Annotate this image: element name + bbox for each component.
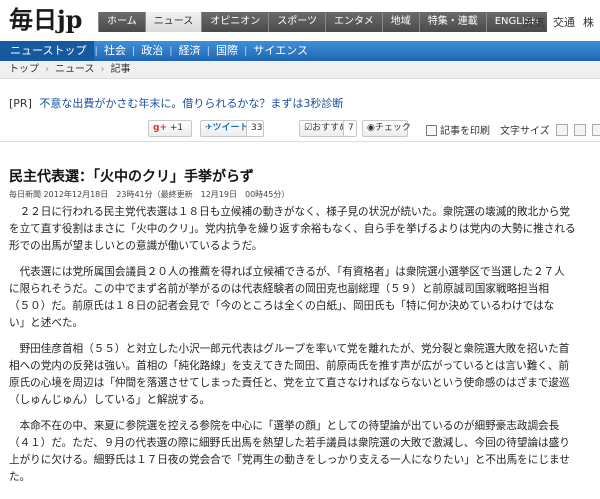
article-paragraph: 本命不在の中、来夏に参院選を控える参院を中心に「選挙の顔」としての待望論が出てい… bbox=[9, 420, 570, 483]
font-size-large-button[interactable] bbox=[592, 124, 600, 136]
tab-opinion[interactable]: オピニオン bbox=[201, 12, 269, 32]
article-meta: 毎日新聞 2012年12月18日 23時41分（最終更新 12月19日 00時4… bbox=[9, 189, 289, 200]
article-paragraph: 野田佳彦首相（５５）と対立した小沢一郎元代表はグループを率いて党を離れたが、党分… bbox=[9, 343, 570, 406]
font-size-label: 文字サイズ bbox=[500, 126, 550, 137]
breadcrumb-top[interactable]: トップ bbox=[9, 61, 39, 78]
subnav-politics[interactable]: 政治 bbox=[135, 41, 169, 61]
check-icon: ◉ bbox=[367, 123, 375, 133]
subnav-international[interactable]: 国際 bbox=[210, 41, 244, 61]
weather-link[interactable]: 天気 bbox=[523, 14, 545, 30]
masthead: 毎日jp ホーム ニュース オピニオン スポーツ エンタメ 地域 特集・連載 E… bbox=[0, 0, 600, 40]
breadcrumb: トップ › ニュース › 記事 bbox=[0, 61, 600, 79]
article-source: 毎日新聞 bbox=[9, 190, 41, 199]
social-bar: g+ +1 ✈ツイート 33 ☑おすすめ 7 ◉チェック 記事を印刷 文字サイズ bbox=[0, 118, 600, 140]
tweet-button[interactable]: ✈ツイート bbox=[200, 120, 250, 137]
font-size-medium-button[interactable] bbox=[574, 124, 587, 136]
recommend-count: 7 bbox=[343, 120, 357, 137]
article-paragraph: 代表選には党所属国会議員２０人の推薦を得れば立候補できるが、「有資格者」は衆院選… bbox=[9, 266, 565, 329]
pr-ad: [PR] 不意な出費がかさむ年末に。借りられるかな？まずは3秒診断 bbox=[9, 95, 343, 111]
mixi-check-button[interactable]: ◉チェック bbox=[362, 120, 411, 137]
traffic-link[interactable]: 交通 bbox=[553, 14, 575, 30]
top-nav: ホーム ニュース オピニオン スポーツ エンタメ 地域 特集・連載 ENGLIS… bbox=[98, 12, 547, 32]
breadcrumb-news[interactable]: ニュース bbox=[55, 61, 95, 78]
article-title: 民主代表選：「火中のクリ」手挙がらず bbox=[9, 169, 254, 185]
article-paragraph: ２２日に行われる民主党代表選は１８日も立候補の動きがなく、様子見の状況が続いた。… bbox=[9, 206, 576, 252]
font-size-small-button[interactable] bbox=[555, 124, 568, 136]
check-label: チェック bbox=[374, 123, 411, 133]
tweet-count: 33 bbox=[246, 120, 264, 137]
tab-news[interactable]: ニュース bbox=[144, 12, 202, 32]
google-plus-count: +1 bbox=[169, 123, 184, 133]
google-plus-icon: g+ bbox=[153, 123, 167, 133]
article-body: ２２日に行われる民主党代表選は１８日も立候補の動きがなく、様子見の状況が続いた。… bbox=[9, 204, 595, 495]
site-logo[interactable]: 毎日jp bbox=[9, 6, 82, 34]
subnav-news-top[interactable]: ニューストップ bbox=[0, 41, 95, 61]
subnav-economy[interactable]: 経済 bbox=[173, 41, 207, 61]
stocks-link[interactable]: 株 bbox=[583, 14, 594, 30]
tab-region[interactable]: 地域 bbox=[381, 12, 419, 32]
tab-home[interactable]: ホーム bbox=[98, 12, 145, 32]
print-label: 記事を印刷 bbox=[440, 126, 490, 137]
twitter-icon: ✈ bbox=[205, 123, 213, 133]
font-size-control: 文字サイズ bbox=[500, 122, 600, 137]
tab-features[interactable]: 特集・連載 bbox=[418, 12, 486, 32]
subnav-science[interactable]: サイエンス bbox=[247, 41, 314, 61]
print-article-button[interactable]: 記事を印刷 bbox=[426, 122, 490, 137]
tab-entertainment[interactable]: エンタメ bbox=[325, 12, 382, 32]
divider bbox=[0, 141, 600, 142]
recommend-icon: ☑ bbox=[304, 123, 313, 133]
tweet-label: ツイート bbox=[212, 123, 249, 133]
utility-links: 天気 交通 株 bbox=[523, 14, 594, 30]
sub-nav: ニューストップ | 社会 | 政治 | 経済 | 国際 | サイエンス bbox=[0, 41, 600, 61]
subnav-society[interactable]: 社会 bbox=[98, 41, 132, 61]
breadcrumb-article: 記事 bbox=[110, 64, 131, 75]
tab-sports[interactable]: スポーツ bbox=[268, 12, 326, 32]
article-date: 2012年12月18日 23時41分（最終更新 12月19日 00時45分） bbox=[43, 190, 290, 199]
breadcrumb-arrow-icon: › bbox=[100, 64, 105, 75]
pr-tag: [PR] bbox=[9, 97, 32, 110]
google-plus-button[interactable]: g+ +1 bbox=[148, 120, 192, 137]
pr-link[interactable]: 不意な出費がかさむ年末に。借りられるかな？まずは3秒診断 bbox=[39, 97, 343, 110]
printer-icon bbox=[426, 125, 437, 136]
breadcrumb-arrow-icon: › bbox=[45, 64, 49, 75]
